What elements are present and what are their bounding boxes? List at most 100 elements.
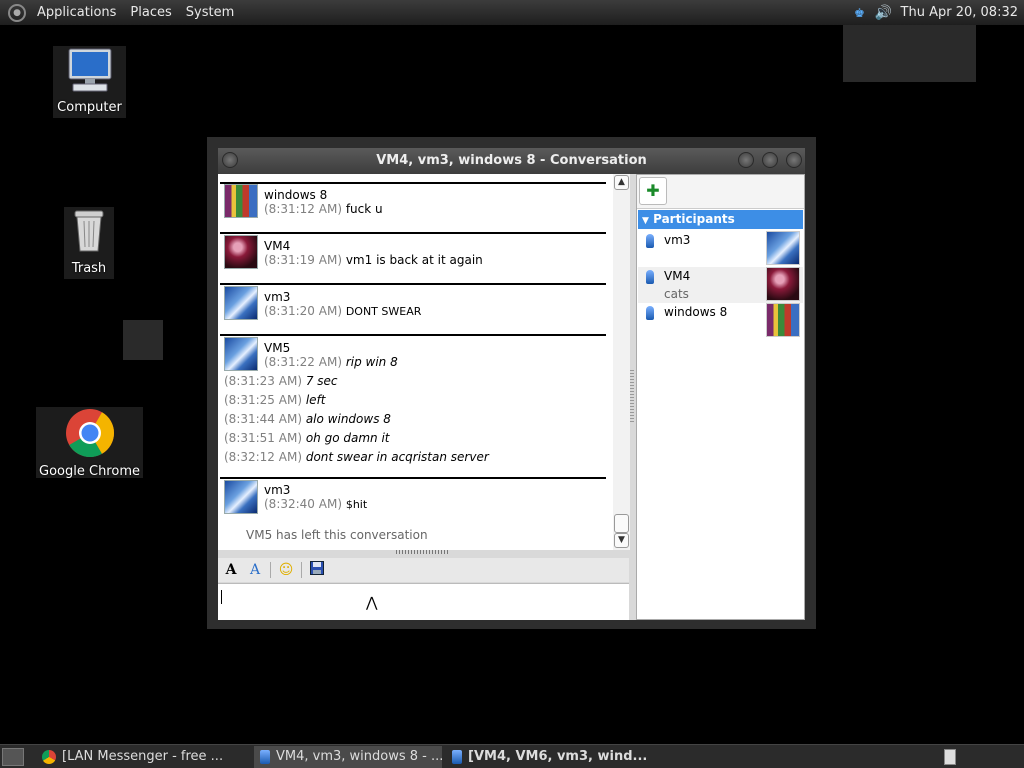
message-sender: vm3	[264, 290, 291, 304]
message-separator	[220, 334, 606, 336]
taskbar: [LAN Messenger - free ... VM4, vm3, wind…	[0, 744, 1024, 768]
trash-icon	[74, 210, 104, 252]
add-participant-button[interactable]: ✚	[639, 177, 667, 205]
workspace-switcher[interactable]	[944, 748, 956, 765]
participant-name: VM4	[664, 269, 691, 283]
scroll-down-button[interactable]: ▼	[614, 533, 629, 548]
message-separator	[220, 232, 606, 234]
participants-header[interactable]: ▼ Participants	[638, 210, 803, 229]
volume-icon[interactable]: 🔊	[875, 5, 893, 21]
font-icon[interactable]: A	[222, 561, 240, 579]
participant-row[interactable]: VM4 cats	[638, 267, 803, 303]
desktop-icon-label: Google Chrome	[39, 464, 140, 479]
message-line: (8:31:51 AM) oh go damn it	[224, 431, 389, 445]
message-separator	[220, 283, 606, 285]
message-line: (8:31:20 AM) DONT SWEAR	[264, 304, 421, 318]
mouse-cursor-ibeam: ⋀	[366, 595, 378, 611]
maximize-button[interactable]	[762, 152, 778, 168]
font-color-icon[interactable]: A	[246, 561, 264, 579]
message-timestamp: (8:32:40 AM)	[264, 497, 342, 511]
message-separator	[220, 477, 606, 479]
message-text: dont swear in acqristan server	[305, 450, 489, 464]
message-timestamp: (8:31:44 AM)	[224, 412, 302, 426]
menu-logo-icon[interactable]: ●	[8, 3, 26, 22]
chrome-icon	[42, 749, 56, 764]
participants-panel: ✚ ▼ Participants vm3 VM4 cats windows 8	[636, 174, 805, 620]
chrome-icon	[65, 409, 114, 458]
message-text: left	[305, 393, 326, 407]
pane-splitter-horizontal[interactable]	[396, 550, 450, 554]
message-text: oh go damn it	[305, 431, 390, 445]
toolbar-divider	[301, 562, 302, 578]
chat-history[interactable]: windows 8 (8:31:12 AM) fuck u VM4 (8:31:…	[218, 174, 613, 550]
minimize-button[interactable]	[738, 152, 754, 168]
taskbar-item-label: VM4, vm3, windows 8 - ...	[276, 749, 442, 764]
format-toolbar: A A ☺	[218, 558, 629, 582]
message-timestamp: (8:31:22 AM)	[264, 355, 342, 369]
taskbar-item-conversation[interactable]: VM4, vm3, windows 8 - ...	[254, 745, 442, 768]
message-text: vm1 is back at it again	[345, 253, 483, 267]
message-text: $hit	[345, 498, 368, 511]
message-text: fuck u	[345, 202, 383, 216]
top-panel: ● Applications Places System ♚ 🔊 Thu Apr…	[0, 0, 1024, 25]
user-status-icon	[646, 234, 654, 248]
message-line: (8:31:23 AM) 7 sec	[224, 374, 338, 388]
participant-row[interactable]: vm3	[638, 231, 803, 267]
pane-splitter-vertical[interactable]	[630, 370, 634, 422]
message-timestamp: (8:31:51 AM)	[224, 431, 302, 445]
lan-messenger-icon	[260, 749, 270, 764]
taskbar-item-lan-messenger-browser[interactable]: [LAN Messenger - free ...	[36, 746, 244, 768]
menu-system[interactable]: System	[179, 0, 241, 25]
message-text: rip win 8	[345, 355, 398, 369]
scroll-thumb[interactable]	[614, 514, 629, 533]
message-line: (8:32:40 AM) $hit	[264, 497, 367, 511]
desktop-item-placeholder	[123, 320, 163, 360]
chat-scrollbar[interactable]: ▲ ▼	[613, 174, 630, 550]
message-timestamp: (8:32:12 AM)	[224, 450, 302, 464]
emoticon-icon[interactable]: ☺	[277, 561, 295, 579]
message-timestamp: (8:31:19 AM)	[264, 253, 342, 267]
menu-places[interactable]: Places	[123, 0, 178, 25]
menu-applications[interactable]: Applications	[30, 0, 123, 25]
taskbar-item-conversation-2[interactable]: [VM4, VM6, vm3, wind...	[446, 746, 648, 768]
message-sender: VM5	[264, 341, 291, 355]
avatar	[224, 480, 258, 514]
show-desktop-button[interactable]	[2, 747, 24, 766]
message-text: alo windows 8	[305, 412, 391, 426]
collapse-arrow-icon: ▼	[642, 216, 649, 226]
message-text: 7 sec	[305, 374, 338, 388]
message-sender: windows 8	[264, 188, 328, 202]
desktop-icon-chrome[interactable]: Google Chrome	[36, 407, 143, 479]
message-input[interactable]: ⋀	[218, 583, 629, 620]
message-timestamp: (8:31:25 AM)	[224, 393, 302, 407]
user-status-icon	[646, 270, 654, 284]
window-titlebar[interactable]: VM4, vm3, windows 8 - Conversation	[218, 148, 805, 174]
participant-row[interactable]: windows 8	[638, 303, 803, 339]
participant-name: vm3	[664, 233, 691, 247]
user-status-icon	[646, 306, 654, 320]
message-sender: VM4	[264, 239, 291, 253]
close-button[interactable]	[786, 152, 802, 168]
participant-avatar	[766, 267, 800, 301]
taskbar-item-label: [LAN Messenger - free ...	[62, 749, 224, 764]
save-icon[interactable]	[308, 561, 326, 579]
desktop-icon-label: Computer	[57, 100, 122, 115]
clock[interactable]: Thu Apr 20, 08:32	[901, 5, 1018, 20]
conversation-window: VM4, vm3, windows 8 - Conversation windo…	[218, 148, 805, 620]
desktop-icon-computer[interactable]: Computer	[53, 46, 126, 118]
message-separator	[220, 182, 606, 184]
window-menu-button[interactable]	[222, 152, 238, 168]
participant-avatar	[766, 303, 800, 337]
message-timestamp: (8:31:20 AM)	[264, 304, 342, 318]
toolbar-divider	[270, 562, 271, 578]
message-line: (8:31:25 AM) left	[224, 393, 325, 407]
desktop-icon-trash[interactable]: Trash	[64, 207, 114, 279]
scroll-up-button[interactable]: ▲	[614, 175, 629, 190]
window-title: VM4, vm3, windows 8 - Conversation	[376, 153, 647, 168]
participants-toolbar: ✚	[637, 175, 804, 209]
lan-messenger-icon[interactable]: ♚	[853, 6, 867, 20]
avatar	[224, 337, 258, 371]
avatar	[224, 184, 258, 218]
message-line: (8:31:44 AM) alo windows 8	[224, 412, 391, 426]
add-user-icon: ✚	[646, 181, 660, 200]
